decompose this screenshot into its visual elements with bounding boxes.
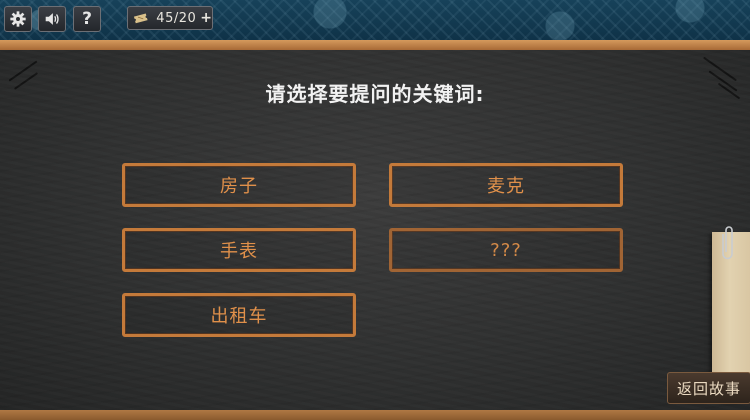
ticket-counter[interactable]: 45/20 + (127, 6, 213, 30)
question-prompt: 请选择要提问的关键词: (265, 82, 485, 106)
ticket-count: 45/20 (156, 10, 197, 26)
paperclip-icon (722, 226, 733, 260)
ticket-icon (133, 13, 148, 24)
keyword-option-taxi[interactable]: 出租车 (122, 293, 356, 337)
speaker-icon (45, 13, 59, 25)
sound-button[interactable] (38, 6, 66, 32)
board-bottom-frame (0, 410, 750, 420)
keyword-option-house[interactable]: 房子 (122, 163, 356, 207)
back-to-story-button[interactable]: 返回故事 (667, 372, 750, 404)
help-button[interactable]: ? (73, 6, 101, 32)
gear-icon (10, 11, 26, 27)
help-label: ? (82, 9, 92, 29)
keyword-option-watch[interactable]: 手表 (122, 228, 356, 272)
settings-button[interactable] (4, 6, 32, 32)
add-ticket-button[interactable]: + (200, 10, 212, 26)
keyword-option-mike[interactable]: 麦克 (389, 163, 623, 207)
keyword-option-locked[interactable]: ??? (389, 228, 623, 272)
